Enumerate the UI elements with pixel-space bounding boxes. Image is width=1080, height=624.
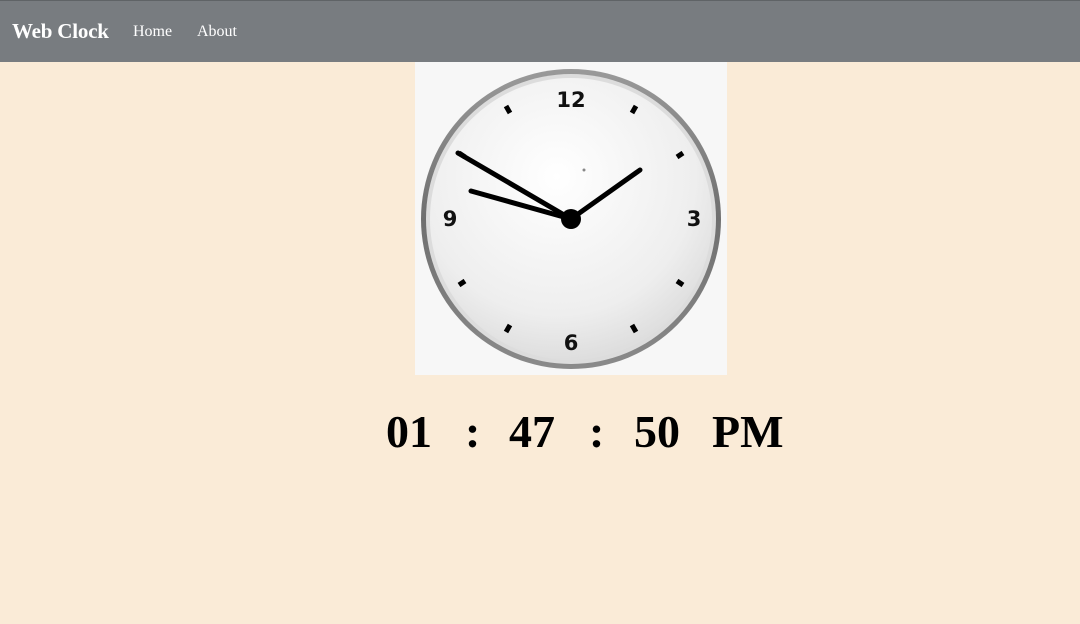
navbar: Web Clock Home About <box>0 0 1080 62</box>
numeral-9: 9 <box>443 207 458 231</box>
digital-period: PM <box>712 406 784 457</box>
numeral-6: 6 <box>564 331 579 355</box>
numeral-3: 3 <box>687 207 702 231</box>
digital-hours: 01 <box>386 406 432 457</box>
digital-minutes: 47 <box>509 406 555 457</box>
nav-link-home[interactable]: Home <box>133 23 172 41</box>
nav-link-about[interactable]: About <box>197 23 237 41</box>
brand-logo[interactable]: Web Clock <box>12 19 109 44</box>
digital-separator: : <box>589 406 605 457</box>
digital-separator: : <box>465 406 481 457</box>
digital-seconds: 50 <box>634 406 680 457</box>
clock-face-graphic: 12 3 6 9 <box>421 69 721 369</box>
digital-clock: 01 : 47 : 50 PM <box>0 405 1080 465</box>
numeral-12: 12 <box>556 88 585 112</box>
analog-clock: 12 3 6 9 <box>415 62 727 375</box>
clock-center-pin <box>561 209 581 229</box>
